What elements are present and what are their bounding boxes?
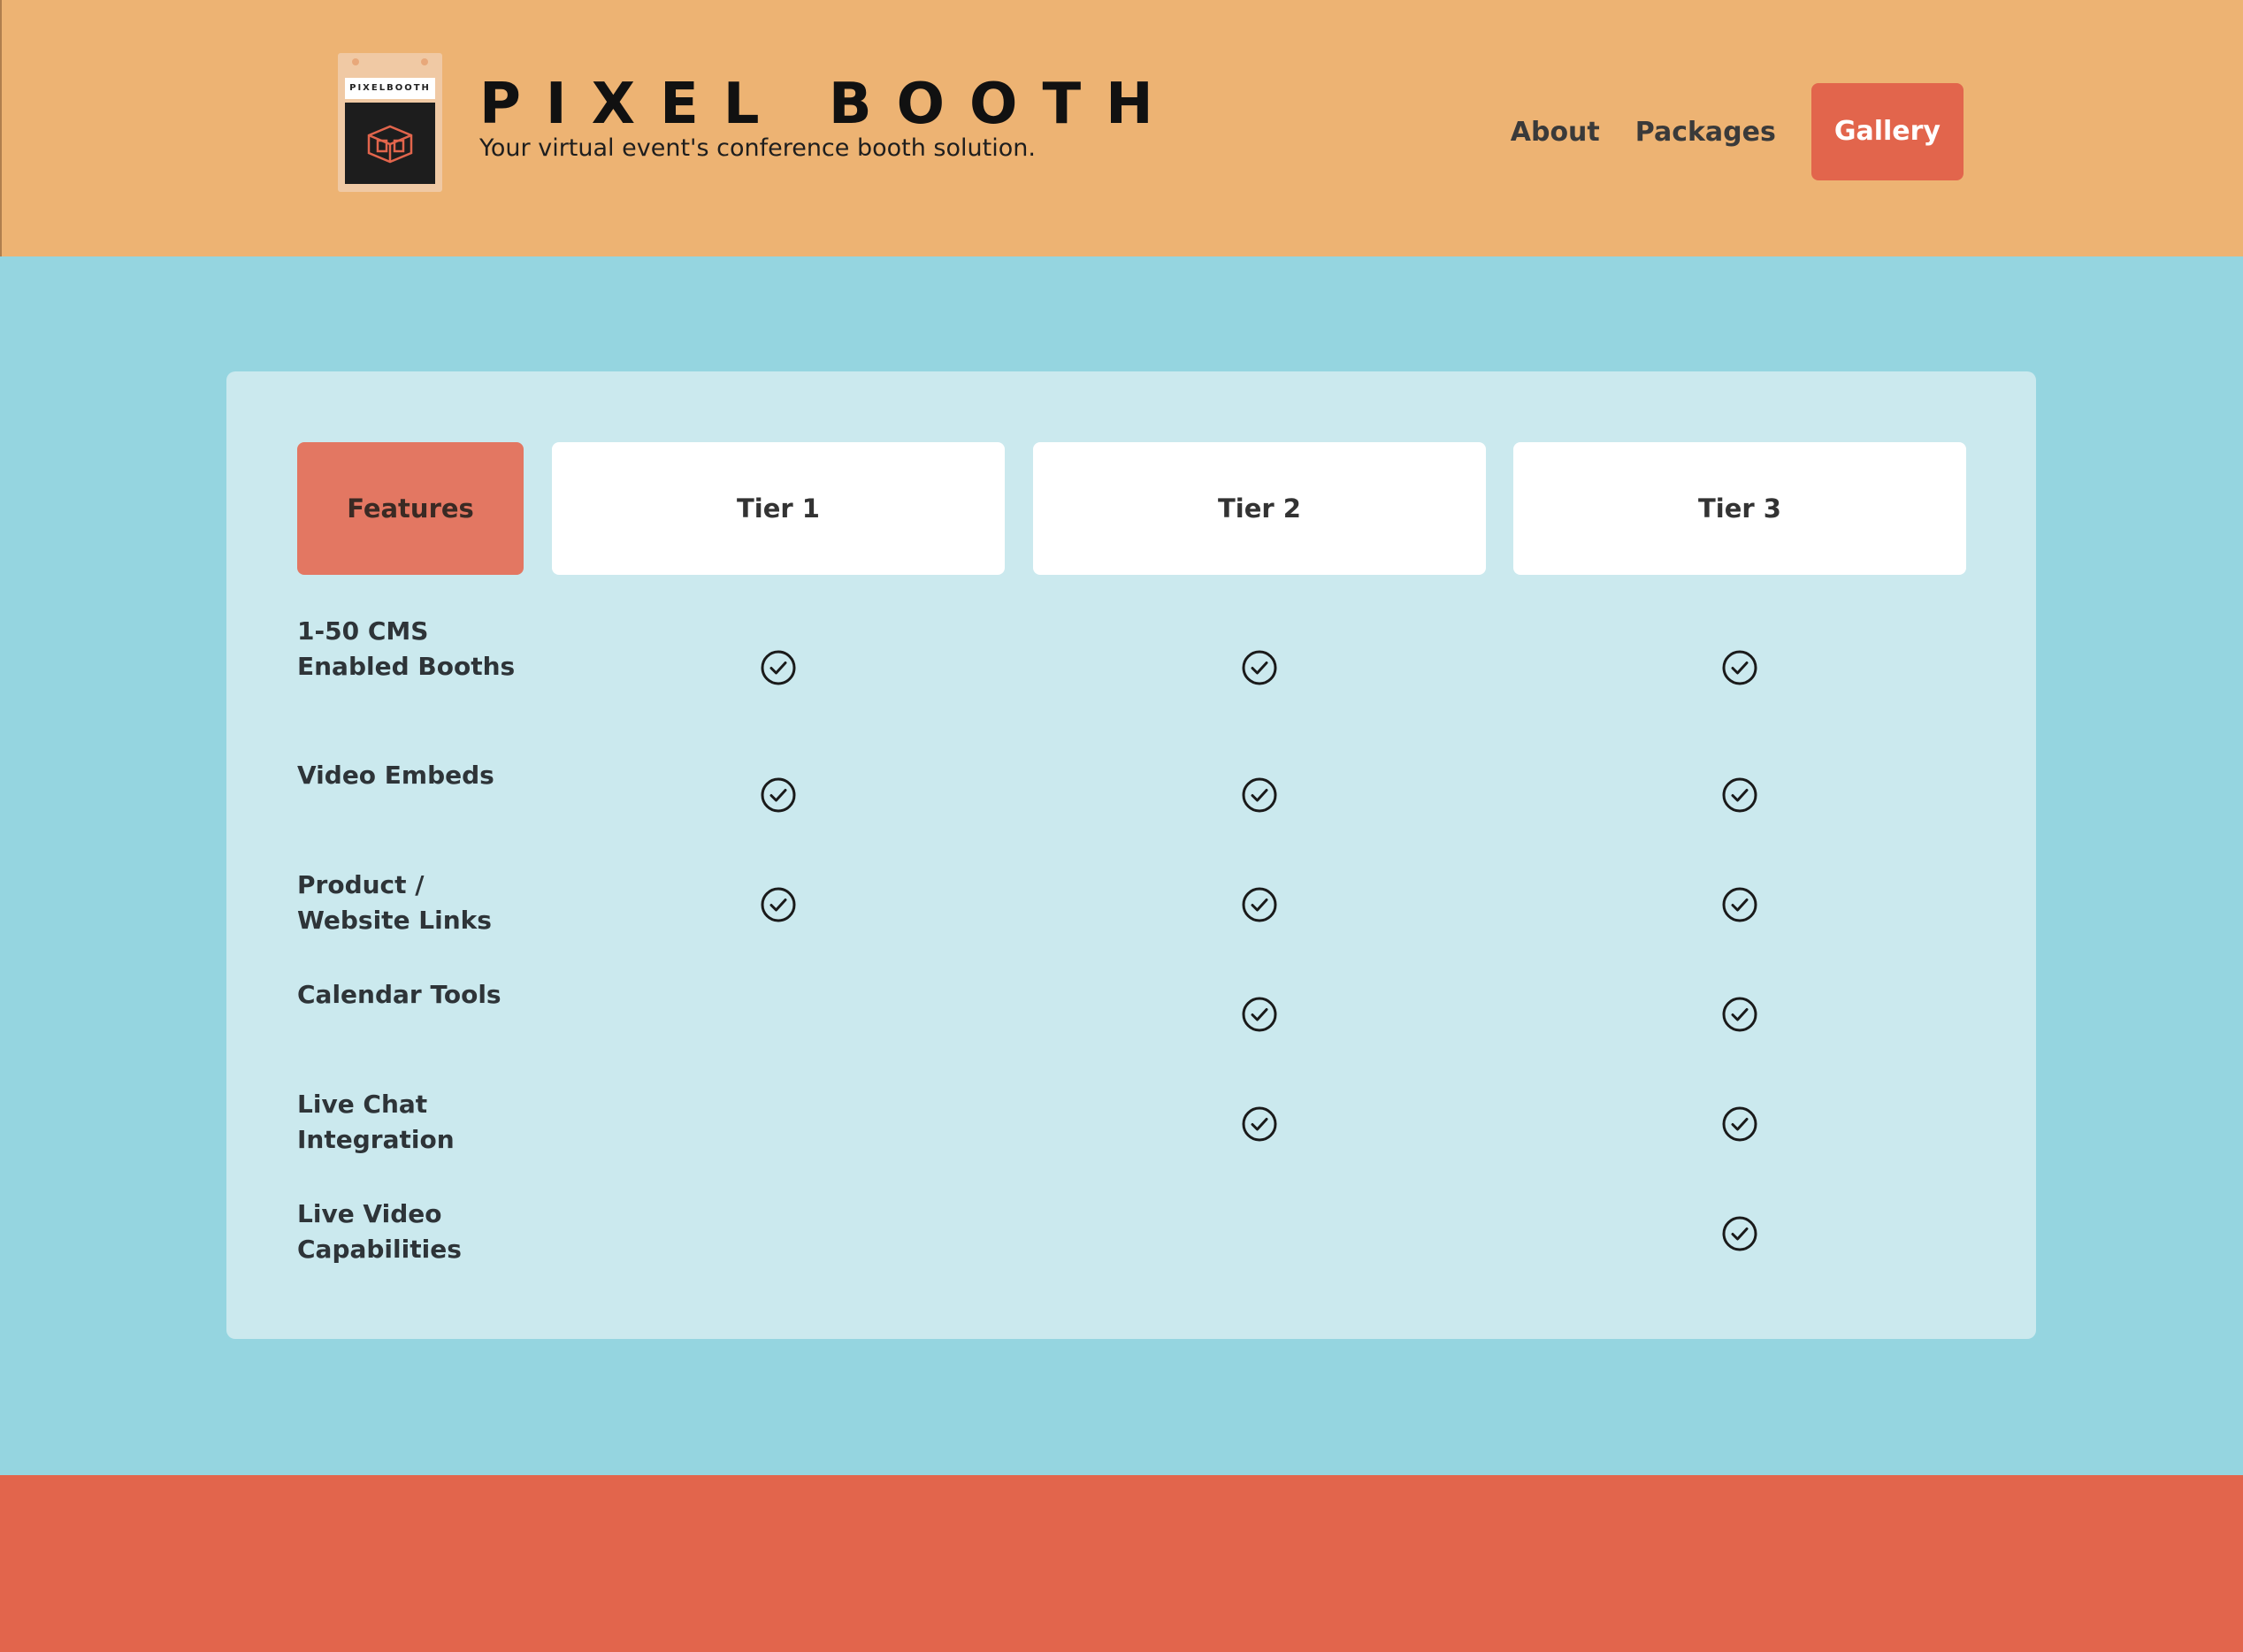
feature-label: Product / Website Links [297, 870, 492, 935]
check-circle-icon [1721, 649, 1758, 686]
feature-label: Calendar Tools [297, 980, 501, 1009]
site-title: PIXEL BOOTH [479, 72, 1178, 137]
check-circle-icon [1241, 886, 1278, 923]
check-circle-icon [1241, 776, 1278, 814]
pixelbooth-logo[interactable]: PIXELBOOTH [338, 53, 442, 192]
nav-gallery-button[interactable]: Gallery [1810, 83, 1964, 180]
logo-label: PIXELBOOTH [345, 78, 435, 99]
site-tagline: Your virtual event's conference booth so… [479, 134, 1036, 162]
booth-icon [345, 103, 435, 184]
nav-about-link[interactable]: About [1511, 117, 1600, 148]
main-nav: About Packages Gallery [1511, 83, 1964, 180]
check-circle-icon [1721, 776, 1758, 814]
pin-icon [421, 58, 428, 65]
check-circle-icon [1721, 1215, 1758, 1252]
tier3-header: Tier 3 [1513, 442, 1966, 575]
site-header: PIXELBOOTH PIXEL BOOTH Your virtual even… [0, 0, 2243, 256]
check-circle-icon [1241, 649, 1278, 686]
check-circle-icon [1241, 1105, 1278, 1143]
pin-icon [352, 58, 359, 65]
check-circle-icon [1721, 996, 1758, 1033]
check-circle-icon [760, 886, 797, 923]
feature-label: 1-50 CMS Enabled Booths [297, 616, 516, 681]
site-footer [0, 1475, 2243, 1652]
check-circle-icon [760, 649, 797, 686]
nav-packages-link[interactable]: Packages [1635, 117, 1776, 148]
tier1-header: Tier 1 [552, 442, 1005, 575]
check-circle-icon [760, 776, 797, 814]
tier2-header: Tier 2 [1033, 442, 1486, 575]
feature-label: Live Video Capabilities [297, 1199, 462, 1264]
feature-label: Video Embeds [297, 761, 494, 790]
check-circle-icon [1721, 1105, 1758, 1143]
feature-label: Live Chat Integration [297, 1090, 455, 1154]
features-header: Features [297, 442, 524, 575]
check-circle-icon [1721, 886, 1758, 923]
check-circle-icon [1241, 996, 1278, 1033]
packages-comparison-card: Features Tier 1 Tier 2 Tier 3 1-50 CMS E… [226, 371, 2036, 1339]
